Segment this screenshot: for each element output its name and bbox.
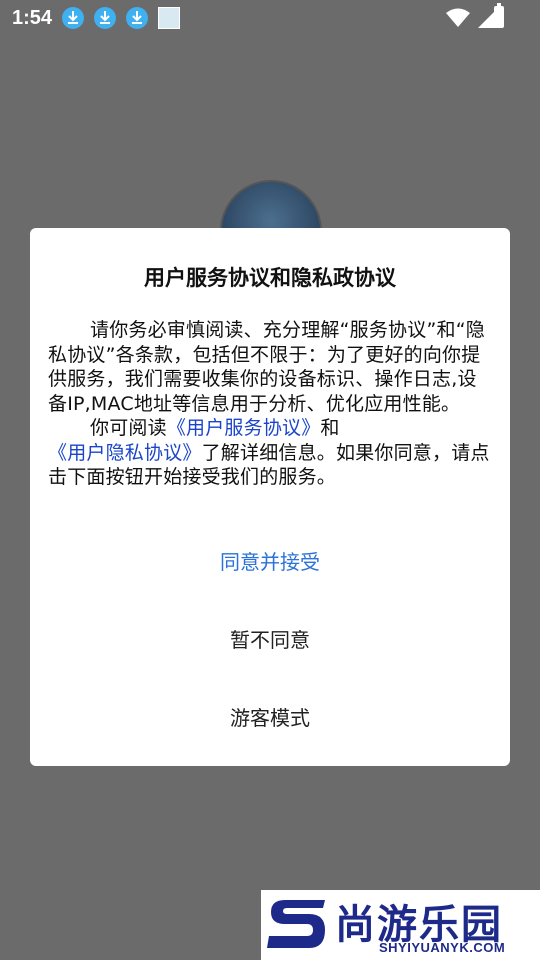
notification-icons <box>62 7 180 29</box>
site-watermark: 尚游乐园 SHYIYUANYK.COM <box>261 890 540 960</box>
privacy-agreement-link[interactable]: 《用户隐私协议》 <box>48 442 202 464</box>
system-icons <box>446 8 498 28</box>
dialog-body: 请你务必审慎阅读、充分理解“服务协议”和“隐私协议”各条款，包括但不限于：为了更… <box>48 318 492 490</box>
watermark-url: SHYIYUANYK.COM <box>379 940 506 955</box>
status-bar: 1:54 <box>0 0 540 38</box>
battery-icon <box>494 6 504 28</box>
status-time: 1:54 <box>12 7 53 29</box>
paragraph-2-and: 和 <box>320 417 340 439</box>
download-icon <box>94 7 116 29</box>
service-agreement-link[interactable]: 《用户服务协议》 <box>167 417 321 439</box>
paragraph-2-prefix: 你可阅读 <box>90 417 167 439</box>
dialog-paragraph-1: 请你务必审慎阅读、充分理解“服务协议”和“隐私协议”各条款，包括但不限于：为了更… <box>48 319 485 415</box>
decline-button[interactable]: 暂不同意 <box>30 624 510 653</box>
download-icon <box>62 7 84 29</box>
guest-mode-button[interactable]: 游客模式 <box>30 702 510 731</box>
dialog-paragraph-2: 你可阅读《用户服务协议》和《用户隐私协议》了解详细信息。如果你同意，请点击下面按… <box>48 416 492 490</box>
privacy-dialog: 用户服务协议和隐私政协议 请你务必审慎阅读、充分理解“服务协议”和“隐私协议”各… <box>30 228 510 766</box>
dialog-title: 用户服务协议和隐私政协议 <box>144 266 396 290</box>
app-notification-icon <box>158 7 180 29</box>
download-icon <box>126 7 148 29</box>
wifi-icon <box>446 8 470 27</box>
accept-button[interactable]: 同意并接受 <box>30 546 510 575</box>
watermark-logo-icon <box>267 900 325 948</box>
